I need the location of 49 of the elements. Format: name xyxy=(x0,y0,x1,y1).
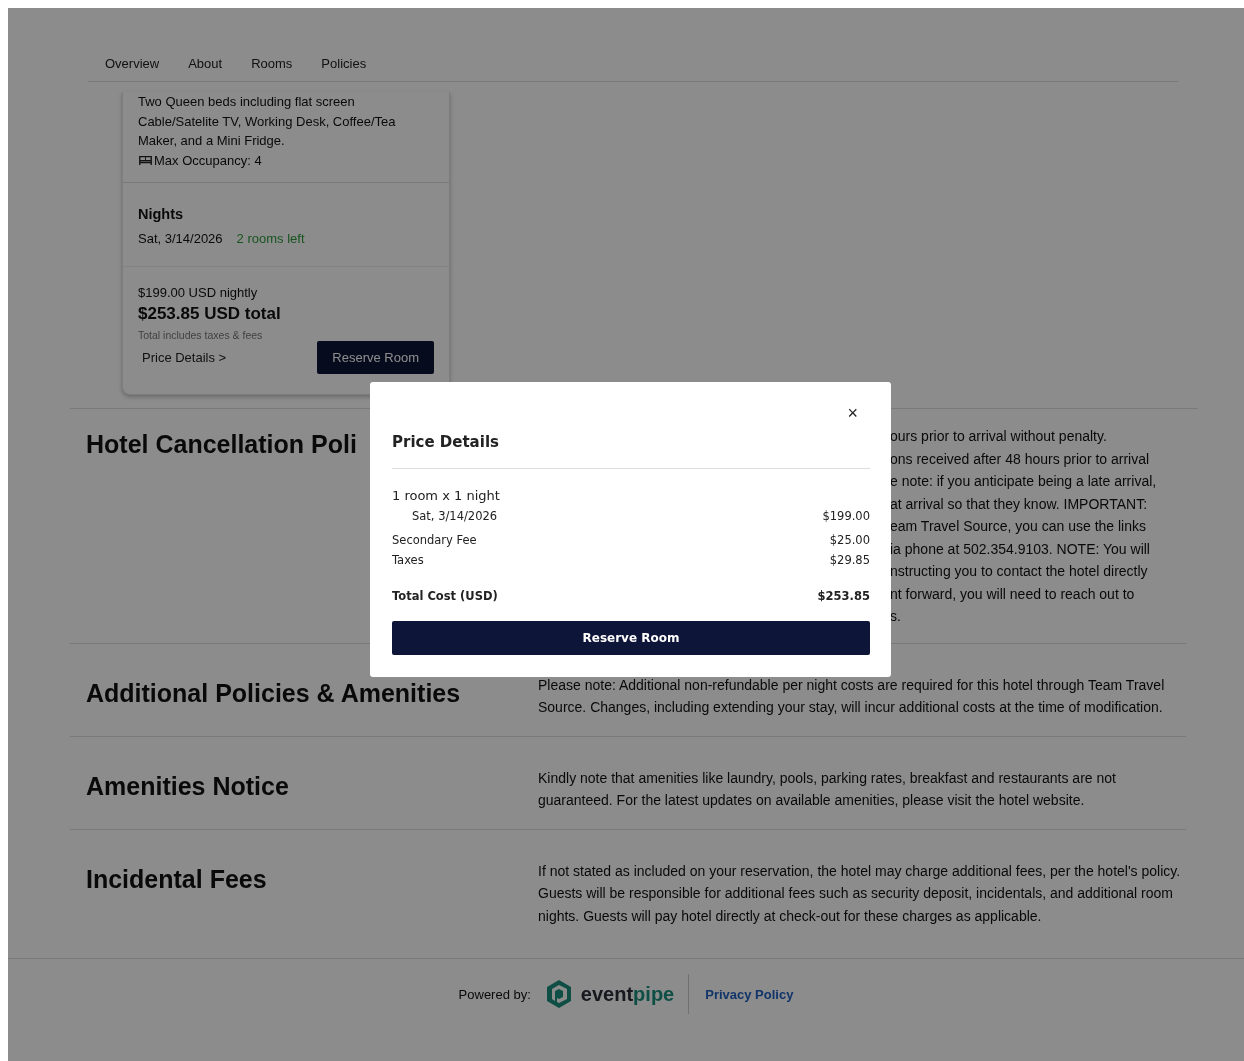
section-heading: Hotel Cancellation Poli xyxy=(86,430,357,459)
section-heading: Incidental Fees xyxy=(86,864,267,894)
room-description: Cable/Satelite TV, Working Desk, Coffee/Tea xyxy=(138,112,397,131)
room-summary: 1 room x 1 night xyxy=(392,488,501,503)
policy-text-line: ons received after 48 hours prior to arrival xyxy=(890,449,1151,469)
line-item-label: Sat, 3/14/2026 xyxy=(412,509,498,523)
section-heading: Amenities Notice xyxy=(86,771,289,801)
room-description: Two Queen beds including flat screen xyxy=(138,93,356,111)
dialog-title: Price Details xyxy=(392,433,500,451)
room-description: Maker, and a Mini Fridge. xyxy=(138,132,286,150)
nav-tab[interactable]: Overview xyxy=(105,56,160,71)
availability: 2 rooms left xyxy=(236,231,305,246)
section-heading: Additional Policies & Amenities xyxy=(86,678,461,708)
total-note: Total includes taxes & fees xyxy=(138,329,264,341)
policy-text-line: s. xyxy=(890,607,902,626)
reserve-button[interactable]: Reserve Room xyxy=(317,341,434,374)
privacy-policy-link[interactable]: Privacy Policy xyxy=(705,986,794,1002)
nav-tab[interactable]: About xyxy=(188,56,223,71)
policy-text: Kindly note that amenities like laundry, pools, parking rates, breakfast and restaurants are not guaranteed. For the latest updates on available amenities, please visit the hotel website. xyxy=(538,768,1117,810)
nightly-rate: $199.00 USD nightly xyxy=(138,285,259,300)
nav-tab[interactable]: Policies xyxy=(321,56,367,71)
line-item-label: Taxes xyxy=(392,553,424,567)
line-item-amount: $25.00 xyxy=(829,533,870,547)
line-item-amount: $29.85 xyxy=(829,553,870,567)
logo-icon xyxy=(544,979,573,1009)
line-item-label: Secondary Fee xyxy=(392,533,477,547)
powered-by-label: Powered by: xyxy=(458,986,531,1002)
policy-text-line: e note: if you anticipate being a late arrival, xyxy=(890,472,1158,491)
total-price: $253.85 USD total xyxy=(138,304,282,324)
policy-text-line: eam Travel Source, you can use the links xyxy=(890,517,1148,536)
line-item-amount: $199.00 xyxy=(822,509,870,523)
price-details-link[interactable]: Price Details > xyxy=(138,350,227,365)
policy-text-line: ours prior to arrival without penalty. xyxy=(890,427,1108,446)
line-item-amount: $253.85 xyxy=(817,589,870,603)
line-item-label: Total Cost (USD) xyxy=(392,589,498,603)
policy-text-line: ia phone at 502.354.9103. NOTE: You will xyxy=(890,539,1151,559)
policy-text-line: nstructing you to contact the hotel directly xyxy=(890,562,1149,581)
policy-text: Please note: Additional non-refundable per night costs are required for this hotel through Team Travel Source. Changes, including extending your stay, will incur additional costs at the time of modification. xyxy=(538,675,1166,717)
logo-wordmark: eventpipe xyxy=(580,982,675,1006)
nav-tab[interactable]: Rooms xyxy=(251,56,293,71)
policy-text-line: nt forward, you will need to reach out to xyxy=(890,584,1136,604)
nights-heading: Nights xyxy=(138,206,185,222)
reserve-button[interactable]: Reserve Room xyxy=(392,621,870,655)
night-date: Sat, 3/14/2026 xyxy=(138,231,223,246)
policy-text: If not stated as included on your reservation, the hotel may charge additional fees, per the hotel's policy. Guests will be responsible for additional fees such as security deposit, incidentals, and additional room nights. Guests will pay hotel directly at check-out for these charges as applicable. xyxy=(538,861,1182,926)
policy-text-line: at arrival so that they know. IMPORTANT: xyxy=(890,494,1149,514)
close-button[interactable]: × xyxy=(847,404,858,422)
max-occupancy: Max Occupancy: 4 xyxy=(154,151,262,170)
bed-icon xyxy=(138,154,153,166)
